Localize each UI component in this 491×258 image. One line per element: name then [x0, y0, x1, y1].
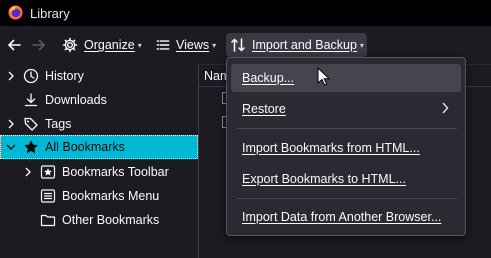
chevron-down-icon: ▾ — [212, 40, 217, 50]
sidebar-item-tags[interactable]: Tags — [5, 112, 197, 136]
bookmarks-toolbar-icon — [40, 164, 56, 180]
forward-button[interactable] — [31, 33, 51, 57]
menu-item-restore[interactable]: Restore — [231, 95, 461, 123]
menu-item-import-other-browser[interactable]: Import Data from Another Browser... — [231, 203, 461, 231]
import-backup-button[interactable]: Import and Backup ▾ — [226, 33, 367, 57]
back-button[interactable] — [6, 33, 26, 57]
menu-item-import-html[interactable]: Import Bookmarks from HTML... — [231, 134, 461, 162]
sidebar-item-all-bookmarks[interactable]: All Bookmarks — [0, 135, 198, 159]
chevron-right-icon[interactable] — [22, 167, 34, 177]
sidebar-item-bookmarks-toolbar[interactable]: Bookmarks Toolbar — [22, 160, 197, 184]
sidebar-item-label: Tags — [45, 117, 72, 131]
folder-icon — [40, 212, 56, 228]
mouse-cursor-icon — [317, 66, 331, 87]
sidebar-item-label: Other Bookmarks — [62, 213, 160, 227]
sidebar-item-label: Downloads — [45, 93, 107, 107]
views-label: Views — [176, 38, 210, 52]
title-bar: Library — [0, 0, 491, 26]
chevron-right-icon[interactable] — [5, 119, 17, 129]
sort-arrows-icon — [230, 37, 246, 53]
views-button[interactable]: Views ▾ — [156, 33, 216, 57]
import-backup-menu: Backup... Restore Import Bookmarks from … — [226, 57, 466, 236]
clock-icon — [23, 68, 39, 84]
chevron-right-icon[interactable] — [5, 71, 17, 81]
organize-button[interactable]: Organize ▾ — [62, 33, 142, 57]
menu-separator — [237, 128, 457, 129]
sidebar: History Downloads Tags All Bookmarks Boo… — [0, 64, 198, 258]
sidebar-item-history[interactable]: History — [5, 64, 197, 88]
sidebar-item-label: Bookmarks Menu — [62, 189, 160, 203]
import-backup-label: Import and Backup — [252, 38, 357, 52]
organize-label: Organize — [84, 38, 135, 52]
menu-item-backup[interactable]: Backup... — [231, 64, 461, 92]
sidebar-item-label: History — [45, 69, 84, 83]
menu-item-export-html[interactable]: Export Bookmarks to HTML... — [231, 165, 461, 193]
chevron-right-icon — [441, 101, 449, 118]
download-icon — [23, 92, 39, 108]
sidebar-item-label: All Bookmarks — [45, 140, 125, 154]
tag-icon — [23, 116, 39, 132]
bookmarks-menu-icon — [40, 188, 56, 204]
chevron-down-icon[interactable] — [5, 143, 17, 151]
chevron-down-icon: ▾ — [137, 40, 142, 50]
star-icon — [23, 139, 39, 155]
firefox-logo-icon — [8, 5, 23, 20]
menu-separator — [237, 198, 457, 199]
sidebar-item-downloads[interactable]: Downloads — [5, 88, 197, 112]
sidebar-item-bookmarks-menu[interactable]: Bookmarks Menu — [22, 184, 197, 208]
arrow-right-icon — [31, 37, 47, 53]
arrow-left-icon — [6, 37, 22, 53]
chevron-down-icon: ▾ — [359, 40, 364, 50]
sidebar-item-label: Bookmarks Toolbar — [62, 165, 169, 179]
sidebar-splitter[interactable] — [198, 64, 199, 258]
list-icon — [156, 38, 170, 52]
gear-icon — [62, 37, 78, 53]
sidebar-item-other-bookmarks[interactable]: Other Bookmarks — [22, 208, 197, 232]
window-title: Library — [30, 6, 70, 21]
